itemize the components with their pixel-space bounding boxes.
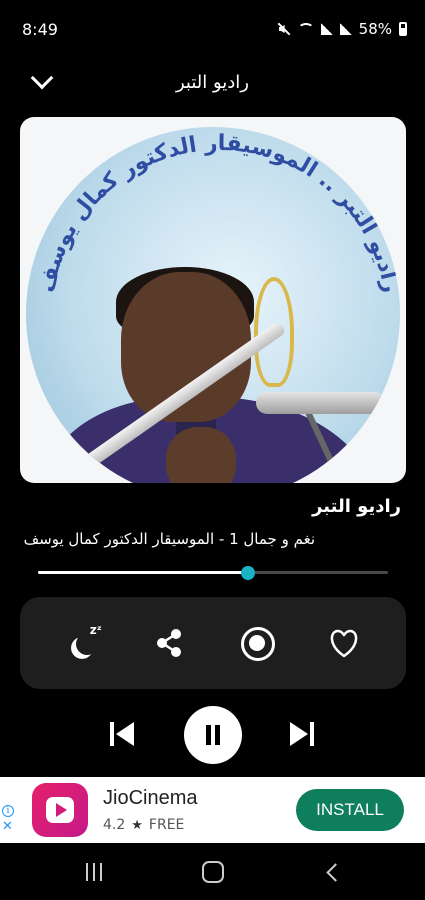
favorite-icon[interactable] <box>322 621 366 665</box>
install-button[interactable]: INSTALL <box>296 789 404 831</box>
ad-info-icon[interactable]: i <box>2 805 16 819</box>
home-icon[interactable] <box>202 861 224 883</box>
signal-icon-2 <box>339 23 352 35</box>
share-icon[interactable] <box>147 621 191 665</box>
ad-close-icon[interactable]: ✕ <box>2 820 14 833</box>
ad-banner[interactable]: i ✕ JioCinema 4.2 ★ FREE INSTALL <box>0 777 425 843</box>
next-icon[interactable] <box>288 720 318 750</box>
progress-thumb[interactable] <box>241 566 255 580</box>
battery-icon <box>399 22 407 36</box>
record-icon[interactable] <box>235 621 279 665</box>
back-icon[interactable] <box>325 863 341 881</box>
progress-fill <box>38 571 248 574</box>
signal-icon <box>320 23 333 35</box>
mute-icon <box>277 22 291 36</box>
collapse-chevron-icon[interactable] <box>30 70 56 92</box>
star-icon: ★ <box>131 817 143 833</box>
ad-rating: 4.2 <box>103 817 126 833</box>
pause-button[interactable] <box>184 706 242 764</box>
status-icons: 58% <box>277 20 407 38</box>
wifi-icon <box>297 23 314 35</box>
heart-glyph <box>331 629 358 658</box>
player-header: راديو التبر <box>0 58 425 106</box>
sleep-timer-icon[interactable] <box>60 621 104 665</box>
artwork-hand <box>166 427 236 483</box>
jiocinema-logo-icon[interactable] <box>32 783 88 837</box>
artwork-microphone <box>256 392 386 414</box>
previous-icon[interactable] <box>108 720 138 750</box>
ad-meta: 4.2 ★ FREE <box>103 817 184 833</box>
recents-icon[interactable] <box>86 863 104 881</box>
ad-price: FREE <box>148 817 185 833</box>
transport-controls <box>0 706 425 764</box>
status-time: 8:49 <box>22 19 58 39</box>
station-name: راديو التبر <box>312 496 401 517</box>
track-title: نغم و جمال 1 - الموسيقار الدكتور كمال يو… <box>23 530 315 548</box>
status-bar: 8:49 58% <box>0 0 425 58</box>
battery-percent: 58% <box>358 20 392 38</box>
header-title: راديو التبر <box>175 71 250 93</box>
progress-slider[interactable] <box>38 566 388 580</box>
system-nav-bar <box>0 843 425 900</box>
control-panel <box>20 597 406 689</box>
share-glyph <box>157 629 182 657</box>
artwork-circle: راديو التبر .. الموسيقار الدكتور كمال يو… <box>26 127 400 483</box>
station-artwork: راديو التبر .. الموسيقار الدكتور كمال يو… <box>20 117 406 483</box>
ad-app-name[interactable]: JioCinema <box>103 787 197 810</box>
